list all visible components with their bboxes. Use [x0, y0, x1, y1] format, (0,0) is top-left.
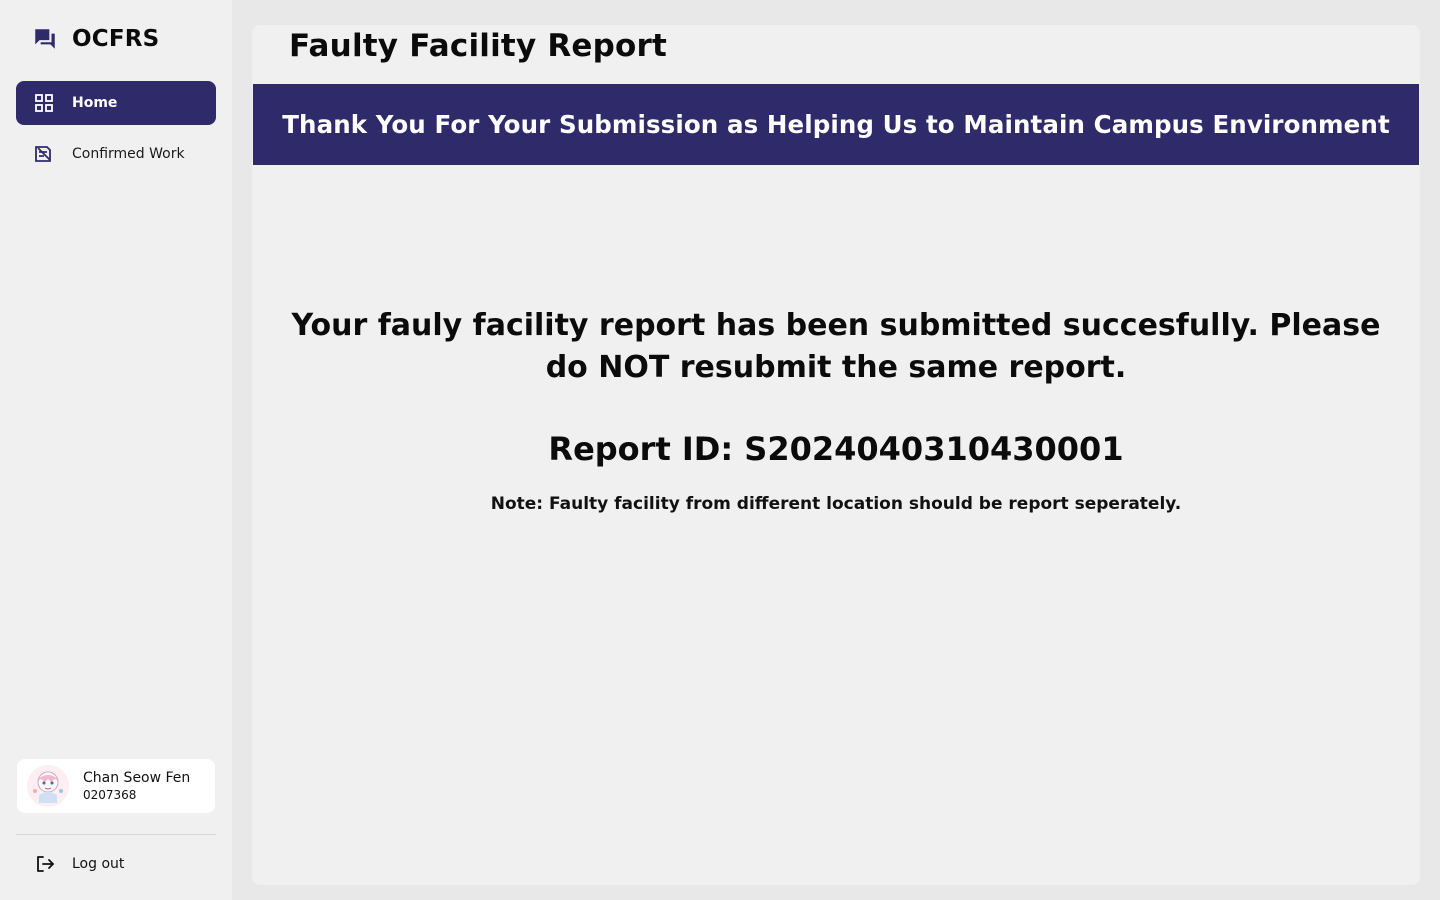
- app-root: OCFRS Home Confirmed Work Chan Seow Fen …: [0, 0, 1440, 900]
- sidebar-divider: [16, 834, 216, 835]
- main-panel: Faulty Facility Report Thank You For You…: [252, 25, 1420, 885]
- banner-text: Thank You For Your Submission as Helping…: [282, 110, 1390, 139]
- note-text: Note: Faulty facility from different loc…: [490, 494, 1182, 514]
- brand-name: OCFRS: [72, 26, 160, 52]
- report-id: Report ID: S2024040310430001: [548, 430, 1124, 468]
- logout-label: Log out: [72, 856, 125, 872]
- chat-bubbles-icon: [35, 29, 55, 49]
- user-name: Chan Seow Fen: [83, 770, 191, 786]
- user-card[interactable]: Chan Seow Fen 0207368: [17, 759, 215, 813]
- logout-icon: [37, 856, 54, 872]
- confirmed-work-icon: [35, 146, 51, 162]
- sidebar: OCFRS Home Confirmed Work Chan Seow Fen …: [0, 0, 232, 900]
- avatar: [27, 765, 69, 807]
- user-info: Chan Seow Fen 0207368: [83, 770, 190, 802]
- brand[interactable]: OCFRS: [32, 24, 159, 54]
- success-message: Your fauly facility report has been subm…: [291, 308, 1381, 385]
- user-id: 0207368: [83, 788, 137, 802]
- sidebar-item-confirmed-work[interactable]: Confirmed Work: [16, 132, 216, 176]
- sidebar-item-home[interactable]: Home: [16, 81, 216, 125]
- page-title: Faulty Facility Report: [289, 28, 668, 64]
- avatar-image: [27, 765, 69, 807]
- logout-button[interactable]: Log out: [34, 850, 124, 878]
- sidebar-item-label: Confirmed Work: [72, 146, 185, 162]
- sidebar-item-label: Home: [72, 95, 118, 111]
- thank-you-banner: Thank You For Your Submission as Helping…: [253, 84, 1419, 165]
- grid-icon: [35, 94, 53, 112]
